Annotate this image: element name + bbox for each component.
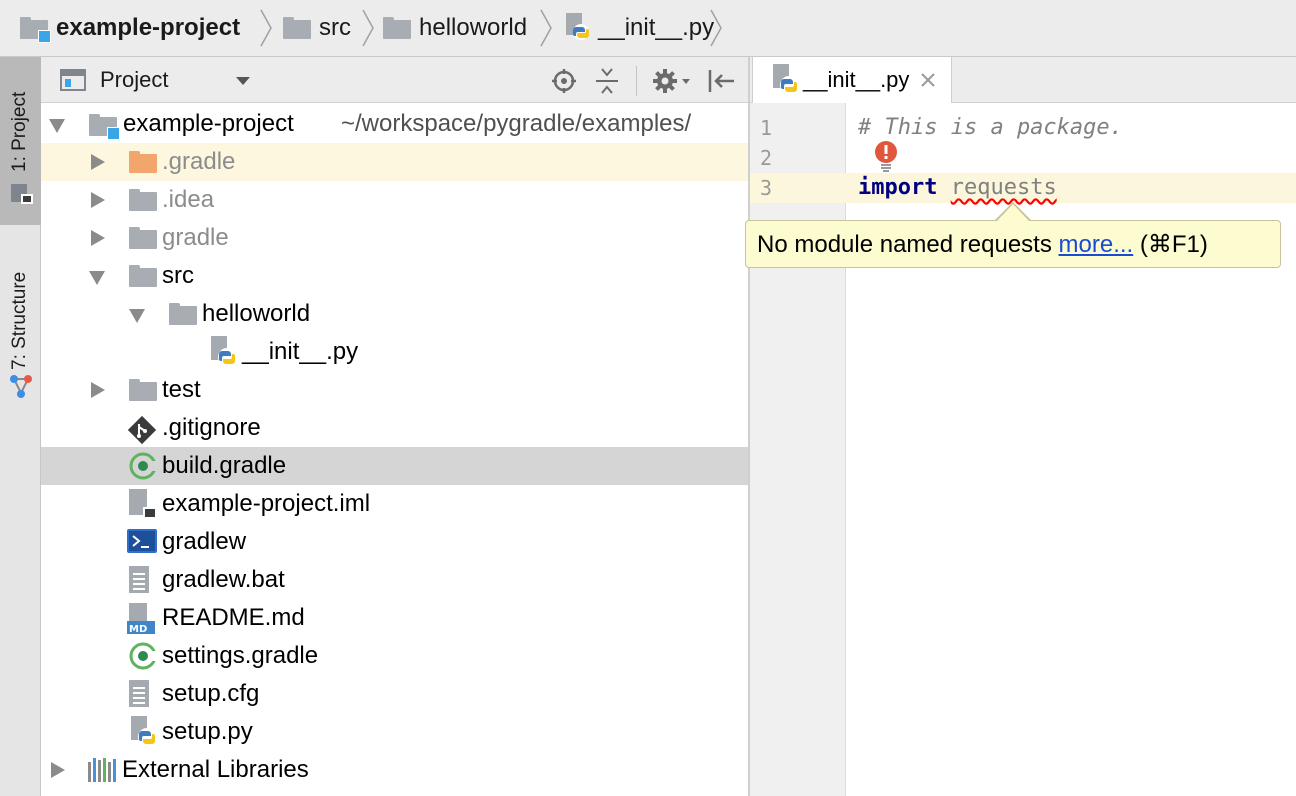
tooltip-more-link[interactable]: more... (1059, 231, 1134, 258)
code-line-1: # This is a package. (858, 115, 1123, 140)
tool-window-project-label: 1: Project (9, 91, 30, 172)
text-file-icon (129, 566, 149, 593)
folder-icon (129, 227, 157, 249)
tree-node-build-gradle[interactable]: build.gradle (41, 447, 748, 485)
collapsed-arrow-icon (51, 762, 65, 778)
gradle-icon (129, 452, 157, 480)
tree-node-setup-cfg[interactable]: setup.cfg (41, 675, 748, 713)
tooltip-pointer-fill (997, 204, 1029, 221)
collapsed-arrow-icon (91, 192, 105, 208)
folder-icon (129, 189, 157, 211)
python-file-icon (773, 64, 798, 94)
tree-node-root[interactable]: example-project ~/workspace/pygradle/exa… (41, 105, 748, 143)
tree-node-external-libraries[interactable]: External Libraries (41, 751, 748, 789)
tree-node-gradlew-bat[interactable]: gradlew.bat (41, 561, 748, 599)
hide-panel-icon[interactable] (706, 67, 736, 95)
tree-node-gradle[interactable]: gradle (41, 219, 748, 257)
structure-icon (10, 375, 32, 398)
code-editor[interactable] (846, 103, 1296, 796)
terminal-icon (127, 529, 157, 553)
tree-node-settings-gradle[interactable]: settings.gradle (41, 637, 748, 675)
editor-tab-init-py[interactable]: __init__.py (752, 57, 952, 103)
breadcrumb-example-project[interactable]: example-project (20, 0, 240, 56)
project-tree: example-project ~/workspace/pygradle/exa… (41, 103, 748, 796)
expanded-arrow-icon (129, 309, 145, 323)
code-line-3: import requests (858, 175, 1057, 200)
collapse-all-icon[interactable] (594, 66, 620, 96)
module-file-icon (129, 489, 157, 519)
expanded-arrow-icon (49, 119, 65, 133)
settings-icon[interactable] (652, 67, 692, 95)
tree-node-readme[interactable]: MD README.md (41, 599, 748, 637)
tree-node-init-py[interactable]: __init__.py (41, 333, 748, 371)
breadcrumb-src[interactable]: src (283, 0, 351, 56)
folder-icon (169, 303, 197, 325)
python-file-icon (566, 13, 589, 40)
tree-node-setup-py[interactable]: setup.py (41, 713, 748, 751)
locate-icon[interactable] (551, 68, 577, 94)
project-window-icon (11, 184, 33, 204)
collapsed-arrow-icon (91, 230, 105, 246)
tree-node-src[interactable]: src (41, 257, 748, 295)
git-icon (127, 415, 157, 445)
breadcrumb-helloworld[interactable]: helloworld (383, 0, 527, 56)
tooltip-shortcut: (⌘F1) (1139, 231, 1208, 258)
folder-icon (383, 17, 411, 39)
module-folder-icon (20, 17, 51, 43)
line-number: 1 (760, 116, 773, 140)
tree-node-gradlew[interactable]: gradlew (41, 523, 748, 561)
folder-icon (129, 151, 157, 173)
markdown-file-icon: MD (127, 603, 155, 635)
chevron-right-icon (710, 9, 722, 47)
svg-text:MD: MD (129, 624, 147, 635)
chevron-down-icon[interactable] (236, 77, 250, 85)
library-icon (88, 758, 116, 782)
module-folder-icon (89, 114, 120, 140)
collapsed-arrow-icon (91, 154, 105, 170)
toolbar-divider (636, 66, 637, 96)
tree-node-helloworld[interactable]: helloworld (41, 295, 748, 333)
text-file-icon (129, 680, 149, 707)
chevron-right-icon (362, 9, 374, 47)
error-tooltip: No module named requests more... (⌘F1) (745, 220, 1281, 268)
folder-icon (129, 379, 157, 401)
project-view-icon (60, 69, 86, 91)
unresolved-reference[interactable]: requests (951, 175, 1057, 200)
tree-node-test[interactable]: test (41, 371, 748, 409)
import-keyword: import (858, 175, 938, 200)
python-file-icon (211, 336, 236, 366)
tool-window-structure-button[interactable]: 7: Structure (9, 272, 31, 370)
lightbulb-icon[interactable] (873, 140, 899, 172)
tree-node-gitignore[interactable]: .gitignore (41, 409, 748, 447)
tree-node-idea[interactable]: .idea (41, 181, 748, 219)
gradle-icon (129, 642, 157, 670)
close-icon[interactable] (920, 72, 936, 88)
editor-gutter (750, 103, 846, 796)
tree-node-gradle-dir[interactable]: .gradle (41, 143, 748, 181)
tree-node-iml[interactable]: example-project.iml (41, 485, 748, 523)
folder-icon (129, 265, 157, 287)
collapsed-arrow-icon (91, 382, 105, 398)
expanded-arrow-icon (89, 271, 105, 285)
project-view-title[interactable]: Project (100, 67, 168, 93)
folder-icon (283, 17, 311, 39)
chevron-right-icon (540, 9, 552, 47)
breadcrumb-init-py[interactable]: __init__.py (564, 0, 714, 56)
tooltip-message: No module named requests (757, 231, 1052, 258)
line-number: 2 (760, 146, 773, 170)
line-number: 3 (760, 176, 773, 200)
python-file-icon (131, 716, 156, 746)
chevron-right-icon (260, 9, 272, 47)
